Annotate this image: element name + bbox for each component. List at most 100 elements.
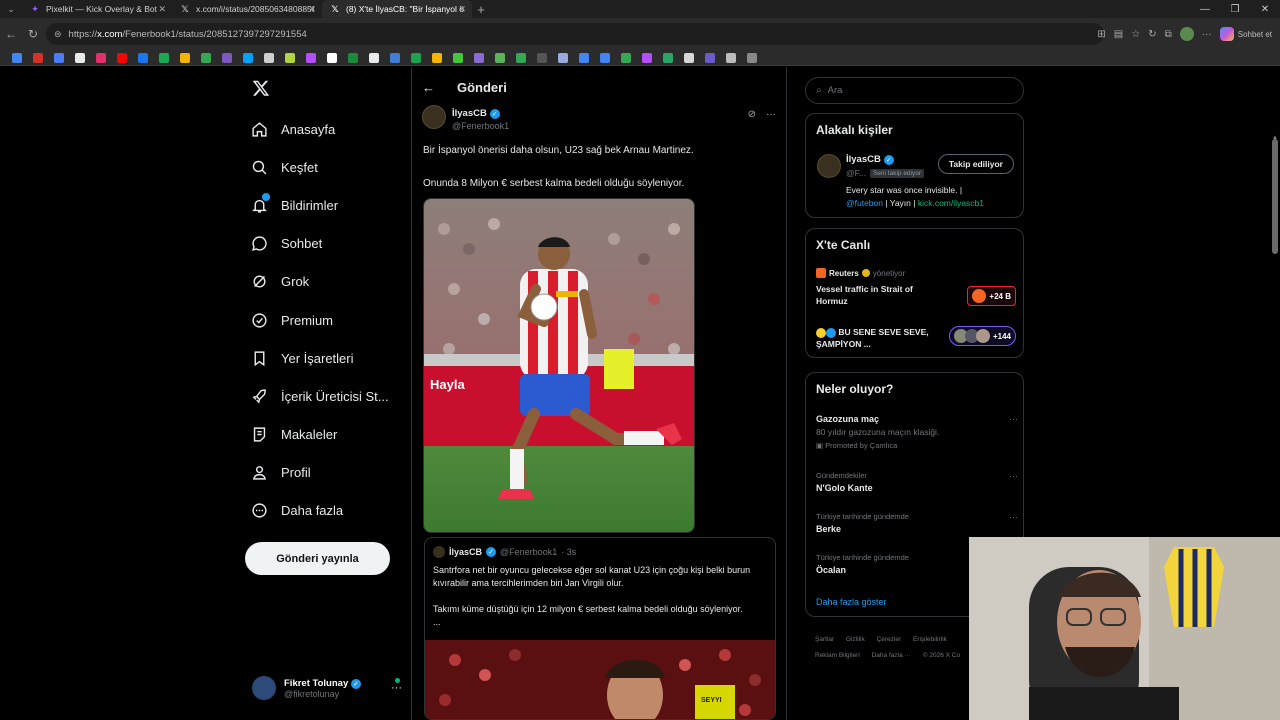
tab-list-chevron-icon[interactable]: ⌄ xyxy=(0,0,22,18)
reader-icon[interactable]: ▤ xyxy=(1114,29,1123,40)
footer-link[interactable]: Erişilebilirlik xyxy=(913,636,947,643)
address-bar[interactable]: ⊜ https://x.com/Fenerbook1/status/208512… xyxy=(46,23,1104,45)
bookmark-icon[interactable] xyxy=(615,50,636,66)
bookmark-icon[interactable] xyxy=(342,50,363,66)
nav-explore[interactable]: Keşfet xyxy=(250,154,318,180)
bookmark-icon[interactable] xyxy=(300,50,321,66)
footer-link[interactable]: Reklam Bilgileri xyxy=(815,652,860,659)
bookmark-icon[interactable] xyxy=(426,50,447,66)
nav-notifications[interactable]: Bildirimler xyxy=(250,192,338,218)
related-name-row[interactable]: İlyasCB ✓ xyxy=(846,154,894,165)
browser-tab-pixelkit[interactable]: ✦ Pixelkit — Kick Overlay & Bot ✕ xyxy=(22,0,172,18)
bookmark-icon[interactable] xyxy=(552,50,573,66)
bookmark-icon[interactable] xyxy=(174,50,195,66)
live-item[interactable]: BU SENE SEVE SEVE, ŞAMPİYON ... +144 xyxy=(816,326,1016,350)
bookmark-icon[interactable] xyxy=(384,50,405,66)
account-switcher[interactable]: Fikret Tolunay ✓ @fikretolunay ··· xyxy=(252,672,402,704)
bookmark-icon[interactable] xyxy=(531,50,552,66)
bookmark-icon[interactable] xyxy=(720,50,741,66)
bookmark-icon[interactable] xyxy=(27,50,48,66)
bookmark-icon[interactable] xyxy=(6,50,27,66)
nav-creator-studio[interactable]: İçerik Üreticisi St... xyxy=(250,383,389,409)
new-tab-button[interactable]: + xyxy=(472,2,490,17)
bookmark-icon[interactable] xyxy=(132,50,153,66)
extensions-icon[interactable]: ⧉ xyxy=(1165,29,1172,40)
nav-premium[interactable]: Premium xyxy=(250,307,333,333)
live-item[interactable]: Reuters yönetiyor Vessel traffic in Stra… xyxy=(816,268,1016,307)
bookmark-icon[interactable] xyxy=(657,50,678,66)
trend-item[interactable]: Gazozuna maç 80 yıldır gazozuna maçın kl… xyxy=(816,414,1018,450)
tab-close-icon[interactable]: ✕ xyxy=(458,4,466,15)
footer-link[interactable]: Şartlar xyxy=(815,636,834,643)
bookmark-icon[interactable] xyxy=(573,50,594,66)
bookmark-icon[interactable] xyxy=(48,50,69,66)
quoted-tweet[interactable]: İlyasCB ✓ @Fenerbook1 · 3s Santrfora net… xyxy=(424,537,776,720)
bookmark-icon[interactable] xyxy=(195,50,216,66)
author-avatar[interactable] xyxy=(422,105,446,129)
favorite-star-icon[interactable]: ☆ xyxy=(1131,29,1140,40)
show-more-link[interactable]: Daha fazla göster xyxy=(816,597,887,607)
nav-home[interactable]: Anasayfa xyxy=(250,116,335,142)
bookmark-icon[interactable] xyxy=(153,50,174,66)
tab-close-icon[interactable]: ✕ xyxy=(308,4,316,15)
apps-icon[interactable]: ⊞ xyxy=(1097,29,1105,40)
refresh-icon[interactable]: ↻ xyxy=(1148,29,1156,40)
bookmark-icon[interactable] xyxy=(447,50,468,66)
nav-chat[interactable]: Sohbet xyxy=(250,230,322,256)
bookmark-icon[interactable] xyxy=(258,50,279,66)
nav-grok[interactable]: Grok xyxy=(250,268,309,294)
post-button[interactable]: Gönderi yayınla xyxy=(245,542,390,575)
x-logo-icon[interactable] xyxy=(252,79,270,97)
menu-dots-icon[interactable]: ··· xyxy=(1202,29,1212,40)
bookmark-icon[interactable] xyxy=(678,50,699,66)
copilot-button[interactable]: Sohbet et xyxy=(1219,27,1272,41)
browser-tab-active[interactable]: 𝕏 (8) X'te İlyasCB: "Bir İspanyol öneri … xyxy=(322,0,472,18)
bio-url-link[interactable]: kick.com/ilyascb1 xyxy=(918,198,984,208)
bookmark-icon[interactable] xyxy=(237,50,258,66)
more-dots-icon[interactable]: ··· xyxy=(391,682,402,694)
site-info-icon[interactable]: ⊜ xyxy=(54,29,62,40)
bookmark-icon[interactable] xyxy=(216,50,237,66)
maximize-icon[interactable]: ❐ xyxy=(1220,0,1250,18)
reload-icon[interactable]: ↻ xyxy=(22,23,44,45)
bookmark-icon[interactable] xyxy=(69,50,90,66)
bookmark-icon[interactable] xyxy=(111,50,132,66)
following-button[interactable]: Takip ediliyor xyxy=(937,154,1014,174)
nav-articles[interactable]: Makaleler xyxy=(250,421,337,447)
page-scrollbar[interactable] xyxy=(1272,139,1278,254)
close-window-icon[interactable]: ✕ xyxy=(1250,0,1280,18)
avatar[interactable] xyxy=(817,154,841,178)
bookmark-icon[interactable] xyxy=(279,50,300,66)
more-dots-icon[interactable]: ··· xyxy=(766,109,776,120)
tweet-photo[interactable]: Hayla xyxy=(423,198,695,533)
bookmark-icon[interactable] xyxy=(594,50,615,66)
more-dots-icon[interactable]: ··· xyxy=(1009,414,1018,424)
more-dots-icon[interactable]: ··· xyxy=(1009,471,1018,481)
author-name-row[interactable]: İlyasCB ✓ xyxy=(452,108,500,119)
bio-mention-link[interactable]: @futebon xyxy=(846,198,883,208)
trend-item[interactable]: Türkiye tarihinde gündemde Berke ··· xyxy=(816,512,1018,534)
bookmark-icon[interactable] xyxy=(741,50,762,66)
footer-link[interactable]: Daha fazla ··· xyxy=(872,652,911,659)
bookmark-icon[interactable] xyxy=(699,50,720,66)
nav-bookmarks[interactable]: Yer İşaretleri xyxy=(250,345,354,371)
footer-link[interactable]: Çerezler xyxy=(877,636,902,643)
trend-item[interactable]: Gündemdekiler N'Golo Kante ··· xyxy=(816,471,1018,493)
author-handle[interactable]: @Fenerbook1 xyxy=(452,121,509,131)
back-arrow-icon[interactable]: ← xyxy=(0,23,22,45)
bookmark-icon[interactable] xyxy=(363,50,384,66)
search-input[interactable]: ⌕ Ara xyxy=(805,77,1024,104)
bookmark-icon[interactable] xyxy=(468,50,489,66)
nav-profile[interactable]: Profil xyxy=(250,459,311,485)
bookmark-icon[interactable] xyxy=(636,50,657,66)
grok-icon[interactable]: ⊘ xyxy=(748,109,756,120)
bookmark-icon[interactable] xyxy=(489,50,510,66)
profile-avatar[interactable] xyxy=(1179,27,1194,41)
browser-tab-x-status[interactable]: 𝕏 x.com/i/status/20850634808858 ✕ xyxy=(172,0,322,18)
back-arrow-icon[interactable]: ← xyxy=(422,80,440,95)
nav-more[interactable]: Daha fazla xyxy=(250,497,343,523)
tab-close-icon[interactable]: ✕ xyxy=(158,4,166,15)
minimize-icon[interactable]: — xyxy=(1190,0,1220,18)
bookmark-icon[interactable] xyxy=(321,50,342,66)
more-dots-icon[interactable]: ··· xyxy=(1009,512,1018,522)
